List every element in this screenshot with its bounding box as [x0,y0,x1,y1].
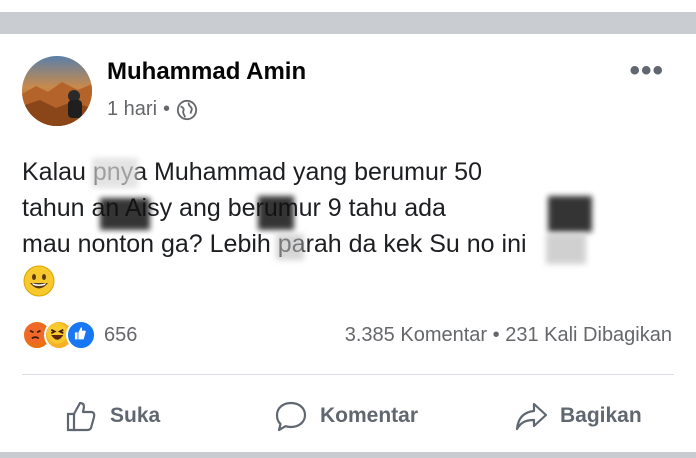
more-options-icon[interactable]: ••• [629,54,664,88]
share-button-label: Bagikan [560,404,642,427]
reaction-count: 656 [104,323,138,346]
share-button[interactable]: Bagikan [514,392,642,440]
censor-patch [276,234,304,260]
action-bar: Suka Komentar Bagikan [0,392,696,440]
post-meta: 1 hari • [107,98,198,121]
thumbs-up-icon [66,401,96,432]
share-count-link[interactable]: 231 Kali Dibagikan [505,324,672,346]
censor-patch [258,196,294,230]
feed-top-separator [0,0,696,34]
comment-button-label: Komentar [320,404,419,427]
comment-button[interactable]: Komentar [274,392,418,440]
comment-count-link[interactable]: 3.385 Komentar [345,324,487,346]
like-reaction-icon [66,320,96,350]
grinning-face-emoji [23,265,55,297]
like-button[interactable]: Suka [64,392,160,440]
globe-icon[interactable] [176,99,198,121]
censor-patch [548,196,592,232]
feed-bottom-separator [0,452,696,458]
reactions-summary[interactable]: 656 [22,320,137,350]
meta-separator: • [163,98,171,120]
author-name[interactable]: Muhammad Amin [107,58,306,86]
censor-patch [100,198,150,230]
divider [22,374,674,375]
censor-patch [546,234,586,264]
stats-separator: • [492,324,500,346]
avatar[interactable] [22,56,92,126]
like-button-label: Suka [110,404,161,427]
post-card: Muhammad Amin 1 hari • ••• Kalau pnya Mu… [0,34,696,452]
censor-patch [92,158,138,188]
share-icon [515,402,548,431]
engagement-stats: 3.385 Komentar • 231 Kali Dibagikan [345,324,672,347]
post-timestamp[interactable]: 1 hari [107,98,157,121]
comment-icon [275,401,307,432]
